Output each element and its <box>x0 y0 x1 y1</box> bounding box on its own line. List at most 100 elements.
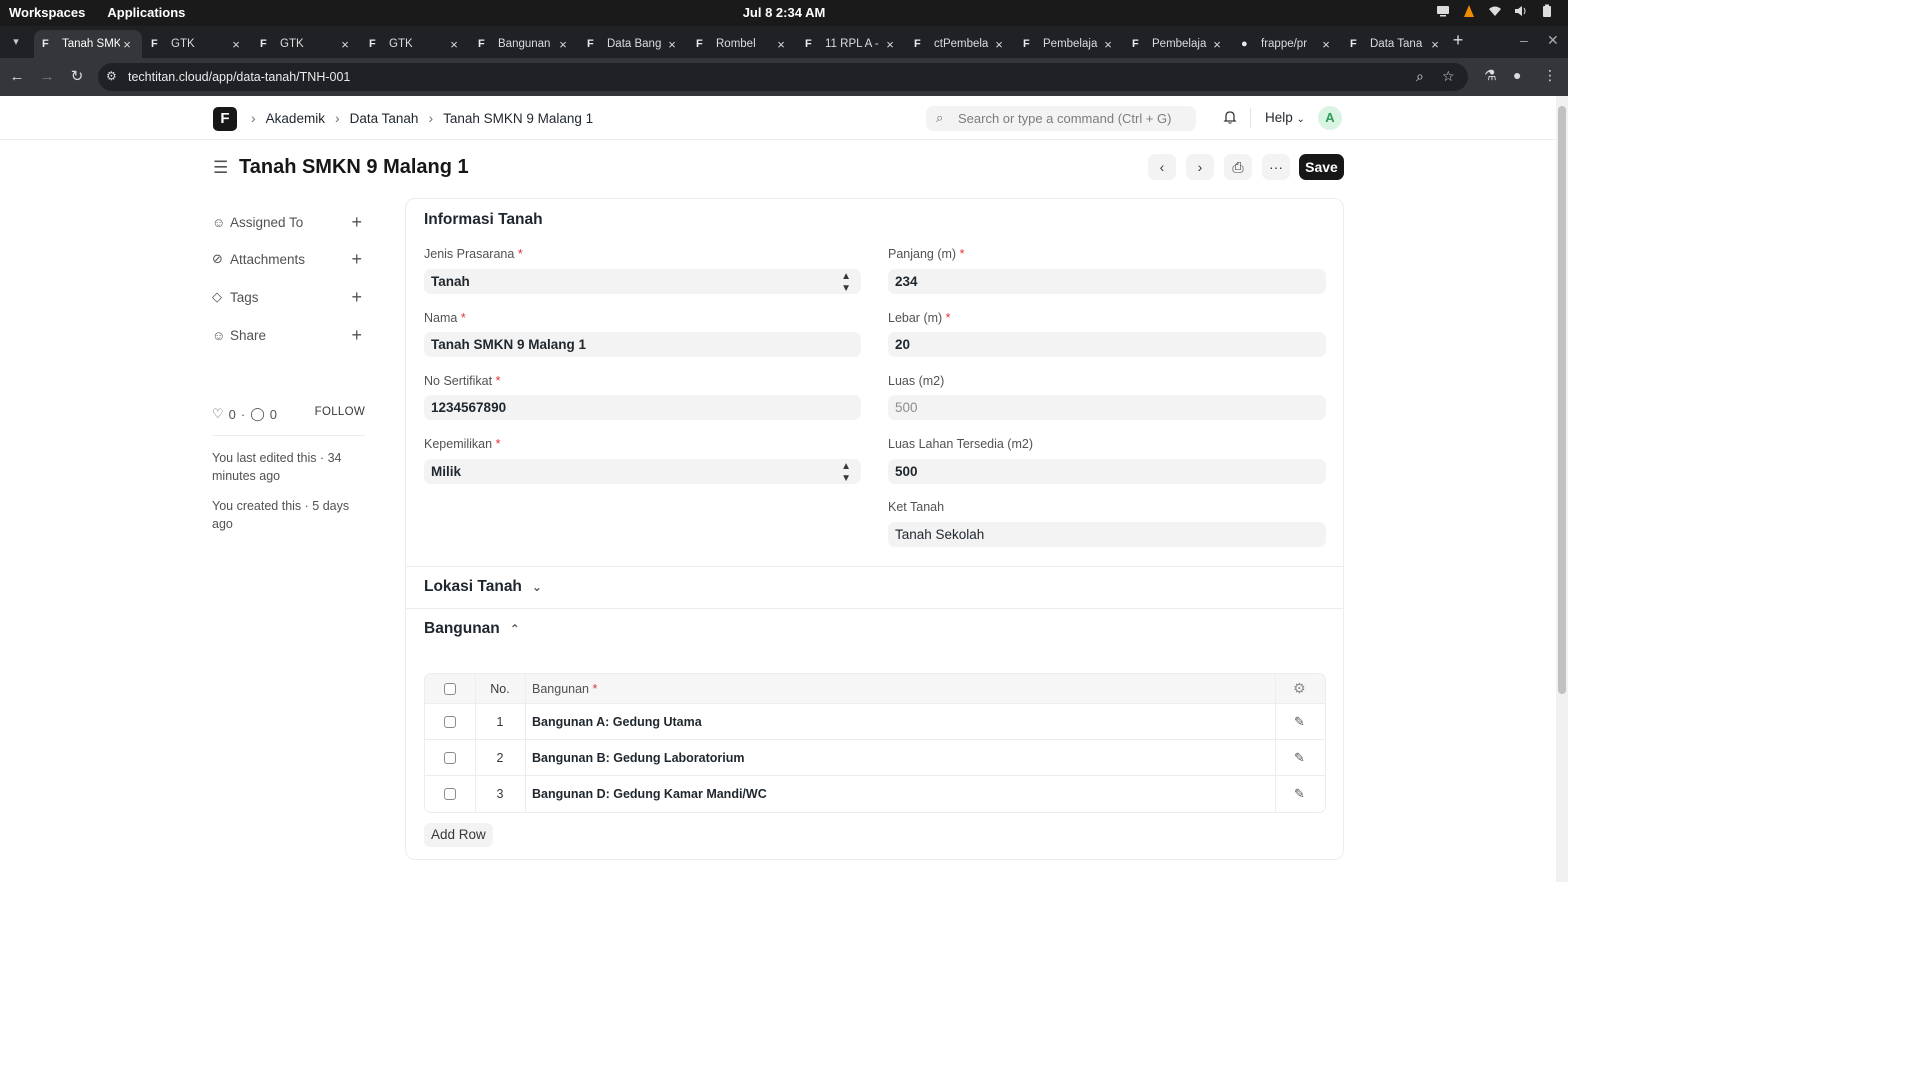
previous-doc-button[interactable]: ‹ <box>1148 154 1176 180</box>
browser-tab[interactable]: F 11 RPL A - × <box>797 30 905 58</box>
volume-icon[interactable] <box>1514 4 1528 18</box>
add-assign-plus-icon[interactable]: + <box>351 212 362 233</box>
minimize-button[interactable]: – <box>1520 32 1528 48</box>
sidebar-item-tags[interactable]: ◇ Tags + <box>212 286 362 308</box>
follow-button[interactable]: FOLLOW <box>315 406 365 418</box>
sidebar-toggle-icon[interactable]: ☰ <box>213 158 228 178</box>
close-tab-icon[interactable]: × <box>883 37 897 52</box>
heart-icon[interactable]: ♡ <box>212 406 224 422</box>
breadcrumb-item-akademik[interactable]: Akademik <box>266 111 325 126</box>
edit-row-pencil-icon[interactable]: ✎ <box>1294 776 1305 812</box>
save-button[interactable]: Save <box>1299 154 1344 180</box>
wifi-icon[interactable] <box>1488 4 1502 18</box>
browser-tab[interactable]: F Data Bang × <box>579 30 687 58</box>
sidebar-item-assigned-to[interactable]: ☺ Assigned To + <box>212 211 362 233</box>
search-input[interactable]: ⌕ Search or type a command (Ctrl + G) <box>926 106 1196 131</box>
row-checkbox[interactable] <box>444 788 456 800</box>
close-tab-icon[interactable]: × <box>1210 37 1224 52</box>
section-bangunan-toggle[interactable]: Bangunan ⌃ <box>424 620 520 638</box>
bookmark-star-icon[interactable]: ☆ <box>1442 68 1455 85</box>
site-info-icon[interactable]: ⚙ <box>106 69 117 83</box>
row-bangunan-cell[interactable]: Bangunan A: Gedung Utama <box>532 704 702 739</box>
ket-tanah-field[interactable]: Tanah Sekolah <box>888 522 1326 547</box>
browser-tab[interactable]: F Pembelaja × <box>1124 30 1232 58</box>
last-edited-text[interactable]: You last edited this · 34 minutes ago <box>212 449 362 485</box>
nama-field[interactable]: Tanah SMKN 9 Malang 1 <box>424 332 861 357</box>
add-attachment-plus-icon[interactable]: + <box>351 249 362 270</box>
browser-tab[interactable]: F GTK × <box>361 30 469 58</box>
browser-tab[interactable]: ● frappe/pr × <box>1233 30 1341 58</box>
url-text[interactable]: techtitan.cloud/app/data-tanah/TNH-001 <box>128 70 350 84</box>
edit-row-pencil-icon[interactable]: ✎ <box>1294 704 1305 739</box>
browser-tab[interactable]: F Tanah SMK × <box>34 30 142 58</box>
browser-menu-icon[interactable]: ⋮ <box>1543 67 1557 84</box>
sidebar-item-share[interactable]: ☺ Share + <box>212 324 362 346</box>
browser-tab[interactable]: F Pembelaja × <box>1015 30 1123 58</box>
breadcrumb-item-data-tanah[interactable]: Data Tanah <box>350 111 419 126</box>
close-tab-icon[interactable]: × <box>665 37 679 52</box>
close-tab-icon[interactable]: × <box>556 37 570 52</box>
comment-icon[interactable]: ◯ <box>250 406 265 422</box>
url-field[interactable]: ⚙ techtitan.cloud/app/data-tanah/TNH-001… <box>98 63 1468 91</box>
battery-icon[interactable] <box>1540 4 1554 18</box>
row-bangunan-cell[interactable]: Bangunan D: Gedung Kamar Mandi/WC <box>532 776 767 812</box>
forward-button[interactable]: → <box>36 66 58 88</box>
browser-tab[interactable]: F Bangunan × <box>470 30 578 58</box>
browser-tab[interactable]: F GTK × <box>252 30 360 58</box>
screen-share-icon[interactable] <box>1436 4 1450 18</box>
close-tab-icon[interactable]: × <box>992 37 1006 52</box>
print-icon[interactable]: ⎙ <box>1224 154 1252 180</box>
created-text[interactable]: You created this · 5 days ago <box>212 497 362 533</box>
close-tab-icon[interactable]: × <box>229 37 243 52</box>
more-options-button[interactable]: ··· <box>1262 154 1290 180</box>
avatar[interactable]: A <box>1318 106 1342 130</box>
close-tab-icon[interactable]: × <box>1101 37 1115 52</box>
browser-tab[interactable]: F Rombel × <box>688 30 796 58</box>
next-doc-button[interactable]: › <box>1186 154 1214 180</box>
row-checkbox[interactable] <box>444 751 456 764</box>
notification-bell-icon[interactable] <box>1222 109 1238 125</box>
profile-icon[interactable]: ● <box>1513 67 1521 83</box>
vlc-icon[interactable] <box>1462 4 1476 18</box>
lebar-field[interactable]: 20 <box>888 332 1326 357</box>
close-tab-icon[interactable]: × <box>120 37 134 52</box>
zoom-icon[interactable]: ⌕ <box>1416 68 1424 85</box>
sidebar-item-attachments[interactable]: ⊘ Attachments + <box>212 248 362 270</box>
reload-button[interactable]: ↻ <box>66 66 88 88</box>
breadcrumb-item-current[interactable]: Tanah SMKN 9 Malang 1 <box>443 111 593 126</box>
back-button[interactable]: ← <box>6 66 28 88</box>
add-share-plus-icon[interactable]: + <box>351 325 362 346</box>
add-tag-plus-icon[interactable]: + <box>351 287 362 308</box>
edit-row-pencil-icon[interactable]: ✎ <box>1294 740 1305 775</box>
close-tab-icon[interactable]: × <box>1319 37 1333 52</box>
close-window-button[interactable]: ✕ <box>1547 32 1559 49</box>
tab-search-chevron-icon[interactable]: ▾ <box>6 32 26 52</box>
kepemilikan-select[interactable]: Milik ▲ ▼ <box>424 459 861 484</box>
close-tab-icon[interactable]: × <box>1428 37 1442 52</box>
browser-tab[interactable]: FctPembela × <box>906 30 1014 58</box>
row-checkbox[interactable] <box>444 715 456 728</box>
frappe-logo[interactable]: F <box>213 107 237 131</box>
browser-tab[interactable]: F Data Tana × <box>1342 30 1450 58</box>
jenis-prasarana-select[interactable]: Tanah ▲ ▼ <box>424 269 861 294</box>
labs-flask-icon[interactable]: ⚗ <box>1484 67 1497 84</box>
no-sertifikat-field[interactable]: 1234567890 <box>424 395 861 420</box>
page-scrollbar[interactable] <box>1556 96 1568 882</box>
section-lokasi-tanah-toggle[interactable]: Lokasi Tanah ⌄ <box>424 578 542 596</box>
luas-tersedia-field[interactable]: 500 <box>888 459 1326 484</box>
select-all-checkbox[interactable] <box>444 682 456 695</box>
browser-tab[interactable]: F GTK × <box>143 30 251 58</box>
table-row[interactable]: 1 Bangunan A: Gedung Utama ✎ <box>425 704 1325 740</box>
add-row-button[interactable]: Add Row <box>424 823 493 847</box>
close-tab-icon[interactable]: × <box>774 37 788 52</box>
table-row[interactable]: 3 Bangunan D: Gedung Kamar Mandi/WC ✎ <box>425 776 1325 812</box>
close-tab-icon[interactable]: × <box>338 37 352 52</box>
panjang-field[interactable]: 234 <box>888 269 1326 294</box>
table-settings-gear-icon[interactable]: ⚙ <box>1293 674 1306 703</box>
clock[interactable]: Jul 8 2:34 AM <box>0 5 1568 20</box>
close-tab-icon[interactable]: × <box>447 37 461 52</box>
table-row[interactable]: 2 Bangunan B: Gedung Laboratorium ✎ <box>425 740 1325 776</box>
row-bangunan-cell[interactable]: Bangunan B: Gedung Laboratorium <box>532 740 745 775</box>
new-tab-button[interactable]: + <box>1448 30 1468 51</box>
scrollbar-thumb[interactable] <box>1558 106 1566 694</box>
